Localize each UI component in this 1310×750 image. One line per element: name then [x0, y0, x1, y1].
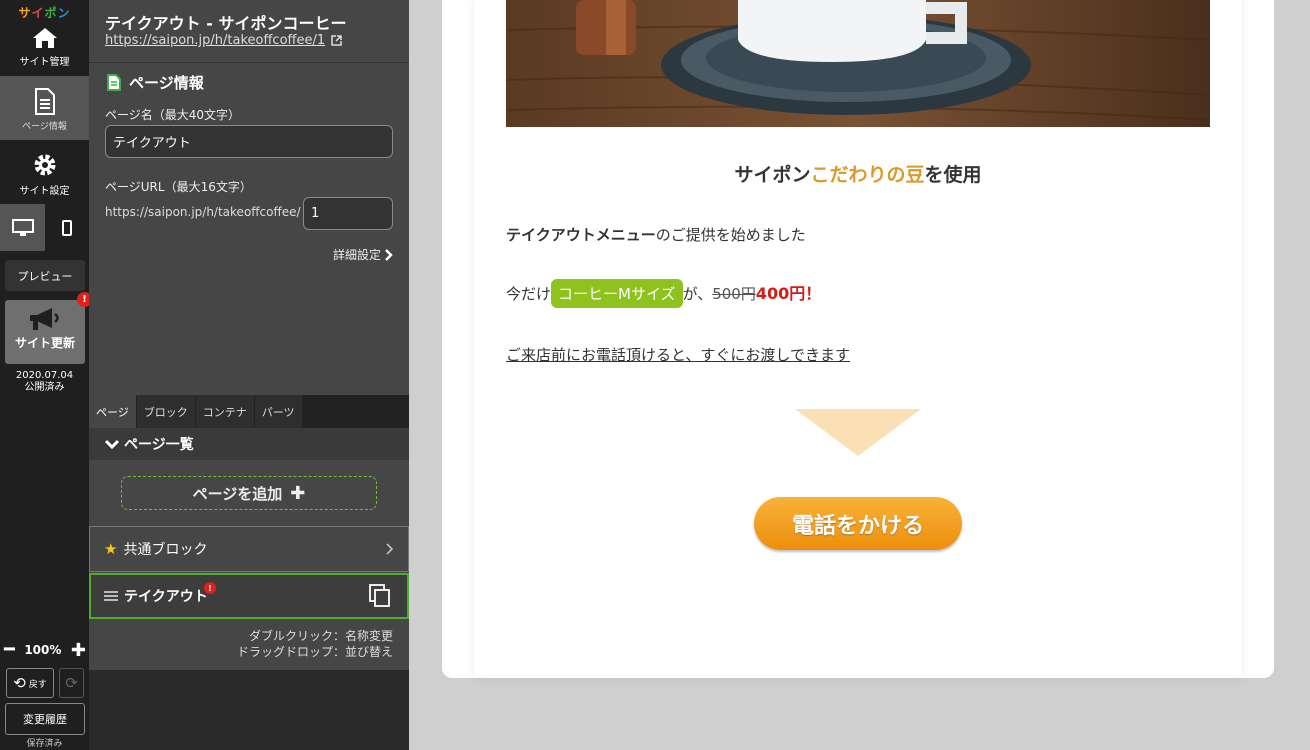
coffee-cup-image [506, 0, 1210, 127]
document-icon [34, 88, 55, 115]
page-url-link[interactable]: https://saipon.jp/h/takeoffcoffee/1 [105, 33, 342, 48]
panel-tabs: ページ ブロック コンテナ パーツ [89, 395, 409, 428]
page-name-label: ページ名（最大40文字） [105, 108, 241, 122]
panel-footer [89, 670, 409, 750]
chevron-right-icon [385, 248, 393, 261]
undo-button[interactable]: ⟲ 戻す [6, 668, 54, 698]
monitor-icon [11, 218, 34, 236]
zoom-level: 100% [24, 643, 62, 657]
coffee-cup-photo[interactable] [506, 0, 1210, 127]
site-title: テイクアウト - サイポンコーヒー [105, 14, 347, 33]
preview-button[interactable]: プレビュー [5, 260, 85, 291]
plus-icon: ✚ [290, 482, 306, 504]
menu-text: テイクアウトメニューのご提供を始めました [506, 226, 806, 244]
coffee-size-label: コーヒーMサイズ [551, 279, 683, 308]
star-icon: ★ [104, 540, 118, 558]
page-name-input[interactable]: テイクアウト [105, 125, 393, 158]
saipon-logo[interactable]: サイポン [0, 4, 89, 21]
page-url-prefix: https://saipon.jp/h/takeoffcoffee/ [105, 205, 301, 219]
settings-panel: テイクアウト - サイポンコーヒー https://saipon.jp/h/ta… [89, 0, 409, 750]
page-url-input[interactable]: 1 [303, 197, 393, 230]
home-icon [32, 28, 57, 48]
left-rail: サイポン サイト管理 ページ情報 サイト設定 プレビュー サイト更新 ! 202… [0, 0, 92, 750]
document-icon [107, 74, 121, 91]
divider [89, 62, 409, 63]
site-settings-button[interactable]: サイト設定 [0, 152, 89, 197]
tab-container[interactable]: コンテナ [195, 395, 255, 428]
tab-parts[interactable]: パーツ [254, 395, 303, 428]
page-list-toggle[interactable]: ページ一覧 [89, 428, 409, 460]
add-page-button[interactable]: ページを追加 ✚ [121, 476, 377, 510]
drag-handle-icon[interactable] [104, 590, 118, 602]
site-manage-button[interactable]: サイト管理 [0, 27, 89, 72]
site-update-button[interactable]: サイト更新 [5, 300, 85, 364]
page-info-heading: ページ情報 [107, 72, 204, 93]
gear-icon [34, 154, 55, 176]
page-url-label: ページURL（最大16文字） [105, 180, 252, 194]
tab-page[interactable]: ページ [89, 395, 137, 428]
copy-icon[interactable] [369, 584, 391, 608]
chevron-down-icon [105, 439, 119, 449]
zoom-out-button[interactable]: ━ [4, 641, 15, 659]
save-status: 保存済み [26, 739, 63, 749]
desktop-view-button[interactable] [0, 204, 45, 251]
page-alert-badge: ! [204, 582, 216, 594]
page-list-hint: ダブルクリック：名称変更 ドラッグドロップ：並び替え [236, 629, 393, 659]
undo-icon: ⟲ [13, 674, 26, 692]
smartphone-icon [62, 219, 72, 236]
zoom-control: ━ 100% ✚ [4, 640, 86, 661]
advanced-settings-link[interactable]: 詳細設定 [333, 246, 393, 263]
down-arrow-icon [795, 409, 921, 456]
tab-block[interactable]: ブロック [136, 395, 196, 428]
redo-button[interactable]: ⟳ [59, 668, 84, 698]
zoom-in-button[interactable]: ✚ [71, 640, 86, 661]
change-history-button[interactable]: 変更履歴 [5, 703, 85, 735]
page-item-takeout[interactable]: テイクアウト ! [89, 573, 409, 619]
phone-notice: ご来店前にお電話頂けると、すぐにお渡しできます [506, 346, 850, 364]
redo-icon: ⟳ [65, 674, 78, 692]
call-button[interactable]: 電話をかける [754, 497, 962, 550]
page-info-button[interactable]: ページ情報 [0, 76, 89, 140]
megaphone-icon [30, 308, 59, 330]
publish-status: 2020.07.04 公開済み [15, 370, 74, 393]
section-heading: サイポンこだわりの豆を使用 [734, 164, 982, 186]
shared-block-item[interactable]: ★ 共通ブロック [89, 526, 409, 572]
mobile-view-button[interactable] [45, 204, 89, 251]
chevron-right-icon [386, 543, 394, 555]
external-link-icon [331, 35, 342, 46]
promo-text: 今だけ コーヒーMサイズ が、500円400円！ [506, 279, 821, 308]
